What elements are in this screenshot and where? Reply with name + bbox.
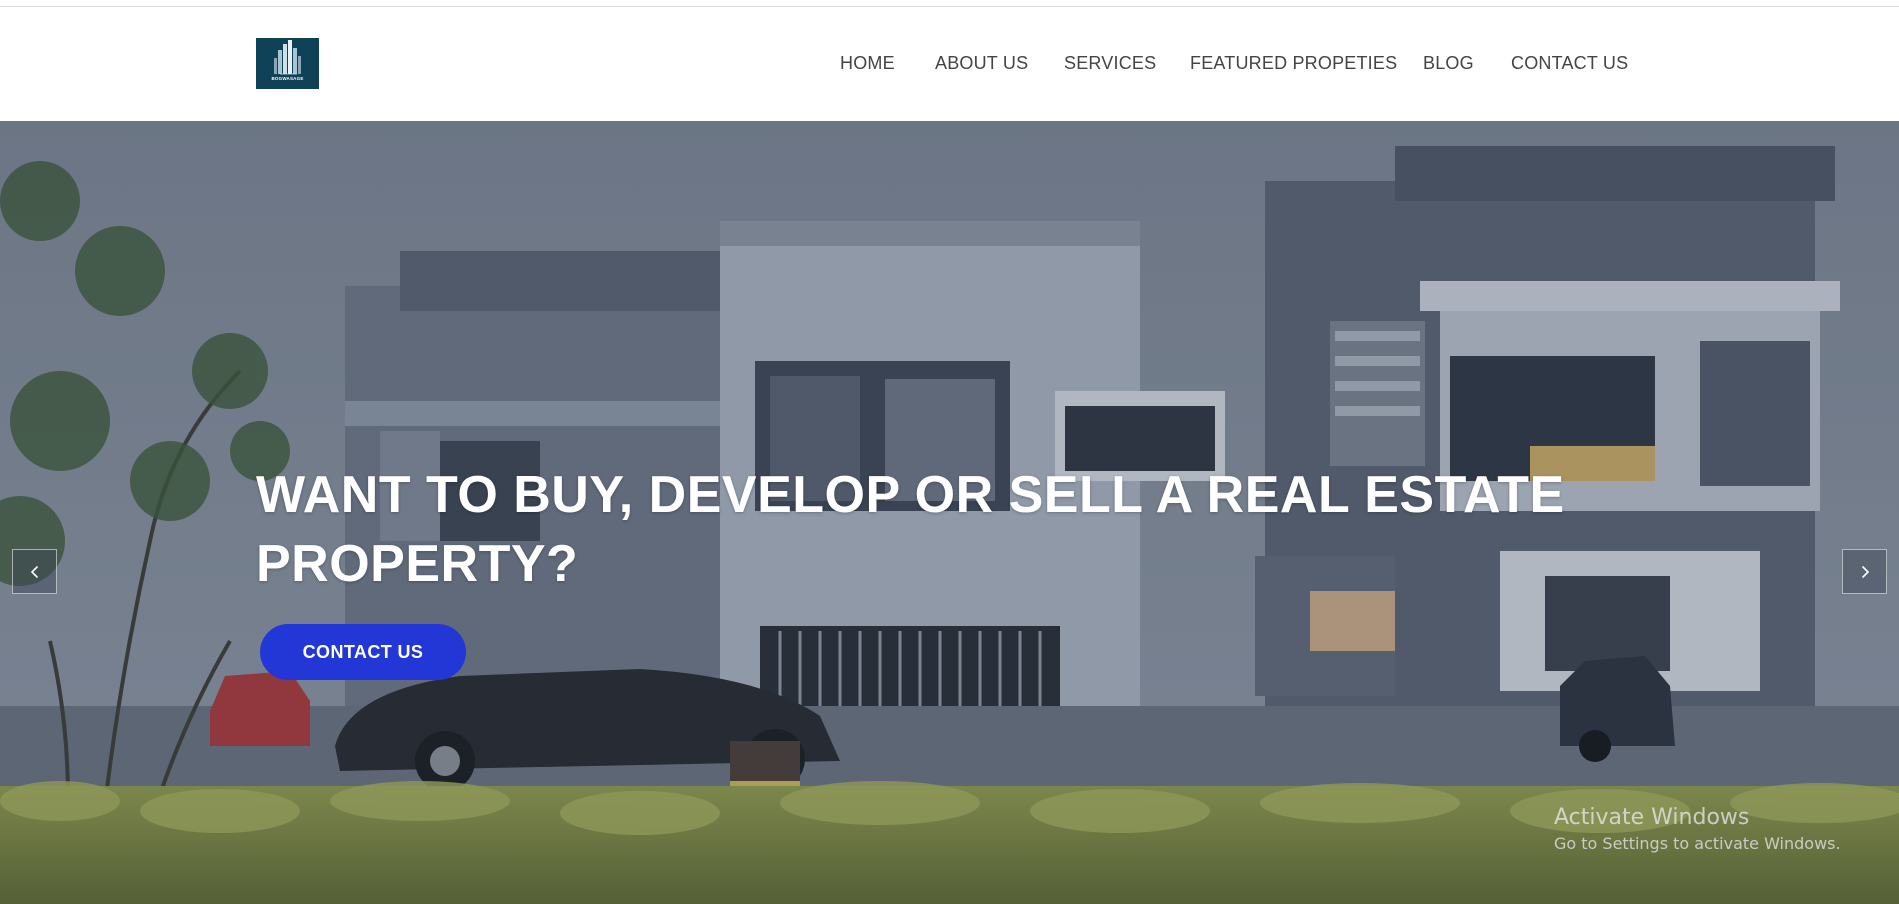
building-logo-icon — [274, 40, 301, 75]
nav-featured-properties[interactable]: FEATURED PROPETIES — [1190, 53, 1397, 74]
chevron-left-icon — [30, 565, 38, 578]
slider-prev-button[interactable] — [12, 549, 57, 594]
nav-about-us[interactable]: ABOUT US — [935, 53, 1028, 74]
site-header: BOGWASAGE HOME ABOUT US SERVICES FEATURE… — [0, 7, 1899, 121]
nav-blog[interactable]: BLOG — [1423, 53, 1474, 74]
nav-contact-us[interactable]: CONTACT US — [1511, 53, 1628, 74]
brand-logo[interactable]: BOGWASAGE — [256, 38, 319, 89]
watermark-title: Activate Windows — [1554, 805, 1750, 830]
nav-services[interactable]: SERVICES — [1064, 53, 1156, 74]
slider-next-button[interactable] — [1842, 549, 1887, 594]
nav-home[interactable]: HOME — [840, 53, 895, 74]
hero-headline: WANT TO BUY, DEVELOP OR SELL A REAL ESTA… — [256, 466, 1565, 593]
logo-wordmark: BOGWASAGE — [271, 76, 304, 81]
watermark-subtitle: Go to Settings to activate Windows. — [1554, 834, 1841, 853]
hero-contact-us-button[interactable]: CONTACT US — [260, 624, 466, 680]
activate-windows-watermark: Activate Windows Go to Settings to activ… — [1554, 804, 1841, 856]
hero-slider: WANT TO BUY, DEVELOP OR SELL A REAL ESTA… — [0, 121, 1899, 904]
chevron-right-icon — [1861, 565, 1869, 578]
